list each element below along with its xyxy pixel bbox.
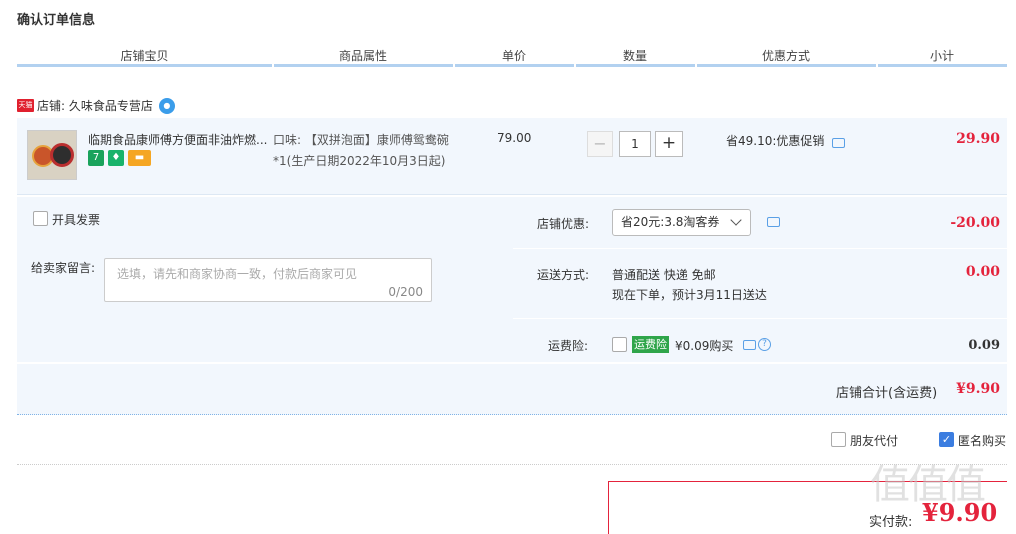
column-divider: [274, 64, 453, 67]
discount-method: 省49.10:优惠促销: [726, 134, 825, 148]
message-placeholder: 选填，请先和商家协商一致，付款后商家可见: [117, 267, 358, 281]
insurance-label: 运费险:: [548, 339, 589, 353]
column-divider: [576, 64, 695, 67]
pay-label: 实付款:: [869, 515, 913, 530]
quantity-decrease-button[interactable]: −: [587, 131, 613, 157]
column-header-shop-item: 店铺宝贝: [120, 49, 169, 63]
shop-name[interactable]: 店铺: 久味食品专营店: [37, 97, 153, 114]
watermark: 值值值: [870, 462, 986, 508]
insurance-checkbox[interactable]: [612, 337, 627, 352]
column-header-unit-price: 单价: [501, 49, 526, 63]
shipping-eta: 现在下单，预计3月11日送达: [612, 288, 767, 302]
page-title: 确认订单信息: [17, 13, 96, 28]
divider: [513, 318, 1007, 319]
unit-price: 79.00: [497, 131, 532, 145]
wangwang-chat-icon[interactable]: ●: [158, 97, 175, 114]
insurance-price: ¥0.09购买: [675, 339, 734, 353]
shop-coupon-selected: 省20元:3.8淘客券: [621, 215, 720, 229]
comment-icon[interactable]: [767, 217, 780, 227]
shop-coupon-amount: -20.00: [950, 215, 1000, 231]
shop-coupon-select[interactable]: 省20元:3.8淘客券: [612, 209, 751, 236]
friend-pay-checkbox[interactable]: [831, 432, 846, 447]
quantity-input[interactable]: 1: [619, 131, 651, 157]
seven-day-return-icon[interactable]: 7: [88, 150, 104, 166]
invoice-checkbox[interactable]: [33, 211, 48, 226]
shop-total-label: 店铺合计(含运费): [836, 386, 938, 401]
product-attribute-flavor: 口味: 【双拼泡面】康师傅鸳鸯碗: [273, 133, 449, 147]
column-divider: [17, 64, 272, 67]
shop-total-amount: ¥9.90: [956, 381, 1000, 397]
column-divider: [697, 64, 876, 67]
shipping-amount: 0.00: [965, 264, 1000, 280]
seller-message-textarea[interactable]: 选填，请先和商家协商一致，付款后商家可见 0/200: [104, 258, 432, 302]
comment-icon[interactable]: [832, 138, 845, 148]
shop-header: 天猫 店铺: 久味食品专营店 ●: [17, 97, 175, 114]
divider: [513, 248, 1007, 249]
product-title[interactable]: 临期食品康师傅方便面非油炸燃...: [88, 131, 268, 148]
tmall-logo-icon: 天猫: [17, 99, 34, 112]
product-attribute-date: *1(生产日期2022年10月3日起): [273, 154, 446, 168]
column-header-quantity: 数量: [622, 49, 647, 63]
divider: [17, 464, 1007, 465]
anonymous-checkbox[interactable]: ✓: [939, 432, 954, 447]
product-thumbnail[interactable]: [27, 130, 77, 180]
column-divider: [878, 64, 1007, 67]
anonymous-label: 匿名购买: [958, 434, 1007, 448]
message-label: 给卖家留言:: [31, 261, 96, 275]
message-char-counter: 0/200: [388, 285, 423, 299]
invoice-label: 开具发票: [52, 213, 101, 227]
help-icon[interactable]: ?: [758, 338, 771, 351]
shop-coupon-label: 店铺优惠:: [537, 217, 590, 231]
quantity-increase-button[interactable]: +: [655, 131, 683, 157]
column-header-attributes: 商品属性: [338, 49, 387, 63]
chevron-down-icon: [730, 214, 742, 226]
guarantee-icon[interactable]: ♦: [108, 150, 124, 166]
column-header-discount: 优惠方式: [761, 49, 810, 63]
friend-pay-label: 朋友代付: [850, 434, 899, 448]
column-header-subtotal: 小计: [929, 49, 954, 63]
column-divider: [455, 64, 574, 67]
insurance-amount: 0.09: [968, 338, 1000, 353]
card-pay-icon[interactable]: ▬: [128, 150, 151, 166]
shipping-method: 普通配送 快递 免邮: [612, 268, 716, 282]
shipping-label: 运送方式:: [537, 268, 590, 282]
insurance-tag: 运费险: [632, 336, 669, 353]
comment-icon[interactable]: [743, 340, 756, 350]
order-item-row: [17, 118, 1007, 195]
item-subtotal: 29.90: [956, 131, 1000, 147]
